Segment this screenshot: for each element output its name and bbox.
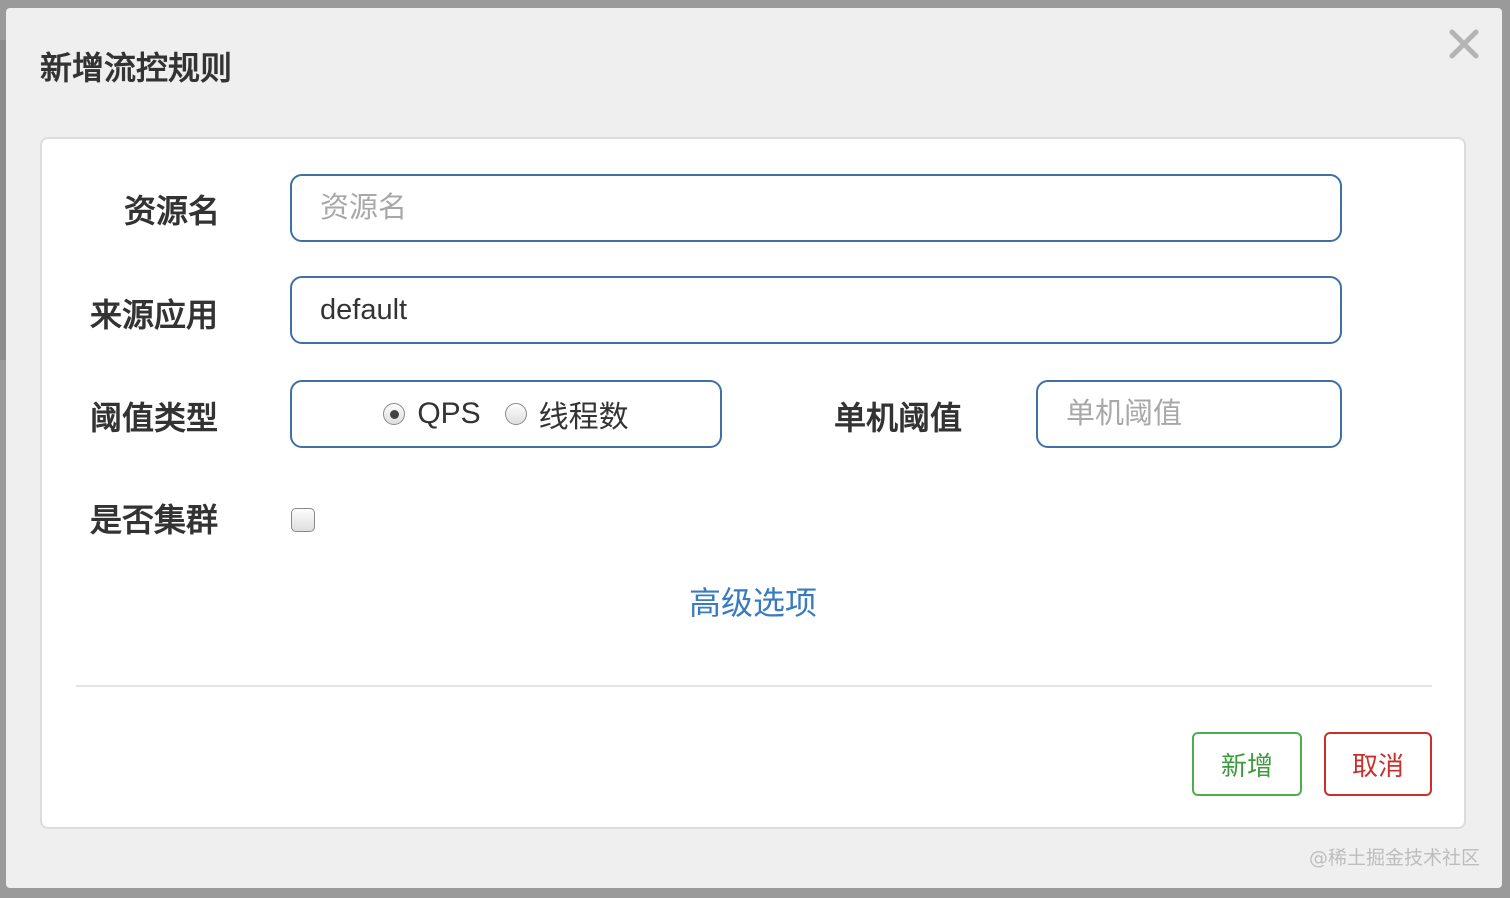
close-icon: [1449, 29, 1479, 59]
divider: [76, 685, 1432, 687]
form-panel: 资源名 来源应用 阈值类型 QPS 线程数 单机阈值 是否集群 高级选项 新增 …: [40, 137, 1466, 829]
radio-qps-label: QPS: [417, 397, 481, 430]
add-button[interactable]: 新增: [1192, 732, 1302, 796]
resource-name-input[interactable]: [290, 174, 1342, 242]
radio-option-qps[interactable]: QPS: [383, 397, 481, 431]
radio-qps-indicator[interactable]: [383, 403, 406, 425]
modal-dialog: 新增流控规则 资源名 来源应用 阈值类型 QPS 线程数 单机阈值: [6, 8, 1502, 888]
source-app-label: 来源应用: [90, 296, 219, 334]
resource-name-label: 资源名: [124, 192, 221, 230]
watermark: @稀土掘金技术社区: [1308, 847, 1480, 869]
radio-thread-count-indicator[interactable]: [504, 403, 527, 425]
source-app-input[interactable]: [290, 276, 1342, 344]
single-threshold-label: 单机阈值: [834, 399, 963, 437]
radio-thread-count-label: 线程数: [538, 401, 629, 434]
advanced-options-link[interactable]: 高级选项: [42, 587, 1464, 619]
radio-option-thread-count[interactable]: 线程数: [504, 392, 629, 436]
cluster-checkbox[interactable]: [291, 508, 315, 532]
single-threshold-input[interactable]: [1036, 380, 1342, 448]
cancel-button[interactable]: 取消: [1324, 732, 1432, 796]
cluster-label: 是否集群: [90, 501, 219, 539]
threshold-type-radio-group: QPS 线程数: [290, 380, 722, 448]
threshold-type-label: 阈值类型: [90, 399, 219, 437]
modal-title: 新增流控规则: [40, 49, 233, 87]
close-button[interactable]: [1446, 26, 1482, 62]
